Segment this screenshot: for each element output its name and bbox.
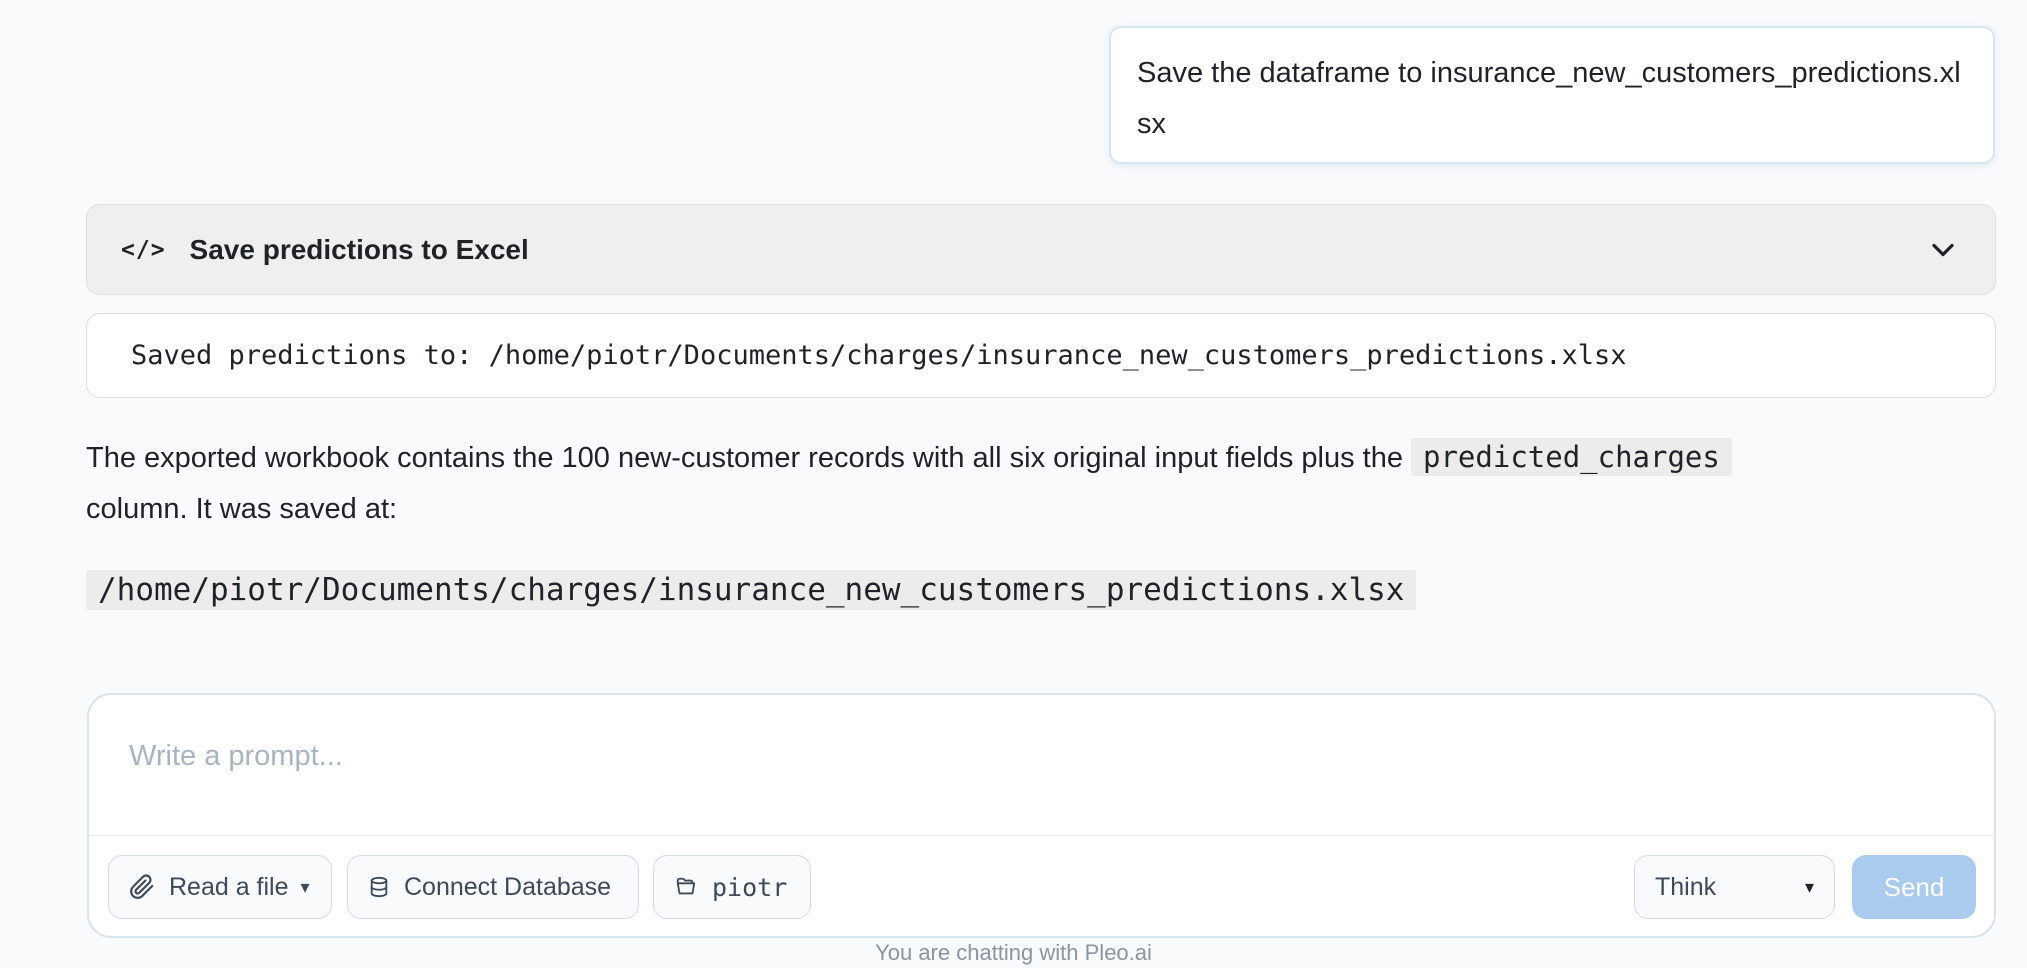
saved-path-code: /home/piotr/Documents/charges/insurance_… — [86, 570, 1417, 610]
tool-call-header[interactable]: </> Save predictions to Excel — [86, 204, 1996, 295]
assistant-answer: The exported workbook contains the 100 n… — [86, 432, 1986, 535]
user-message-text: Save the dataframe to insurance_new_cust… — [1137, 57, 1961, 140]
mode-select-value: Think — [1655, 872, 1717, 901]
read-file-button[interactable]: Read a file ▾ — [108, 855, 332, 919]
read-file-label: Read a file — [169, 872, 289, 901]
prompt-input[interactable] — [129, 731, 1949, 781]
connect-database-button[interactable]: Connect Database — [347, 855, 639, 919]
working-directory-button[interactable]: piotr — [653, 855, 811, 919]
chevron-down-icon[interactable] — [1925, 232, 1961, 268]
send-label: Send — [1883, 871, 1945, 902]
footer-note: You are chatting with Pleo.ai — [875, 940, 1152, 965]
working-directory-label: piotr — [712, 872, 788, 902]
connect-database-label: Connect Database — [404, 872, 612, 901]
tool-call-output: Saved predictions to: /home/piotr/Docume… — [86, 313, 1996, 398]
caret-down-icon: ▾ — [300, 876, 310, 897]
tool-output-text: Saved predictions to: /home/piotr/Docume… — [131, 340, 1627, 371]
caret-down-icon: ▾ — [1804, 876, 1814, 897]
answer-text-before: The exported workbook contains the 100 n… — [86, 442, 1412, 474]
user-message-bubble: Save the dataframe to insurance_new_cust… — [1109, 26, 1995, 164]
composer-divider — [89, 835, 1994, 836]
prompt-composer: Read a file ▾ Connect Database piotr Thi… — [87, 693, 1996, 938]
send-button[interactable]: Send — [1852, 855, 1976, 919]
code-icon: </> — [121, 236, 166, 263]
inline-code-column: predicted_charges — [1411, 438, 1732, 476]
database-icon — [370, 876, 388, 898]
paperclip-icon — [130, 874, 154, 899]
folder-open-icon — [676, 877, 696, 895]
mode-select[interactable]: Think ▾ — [1634, 855, 1835, 919]
tool-call-title: Save predictions to Excel — [189, 233, 529, 265]
answer-text-after: column. It was saved at: — [86, 493, 398, 525]
